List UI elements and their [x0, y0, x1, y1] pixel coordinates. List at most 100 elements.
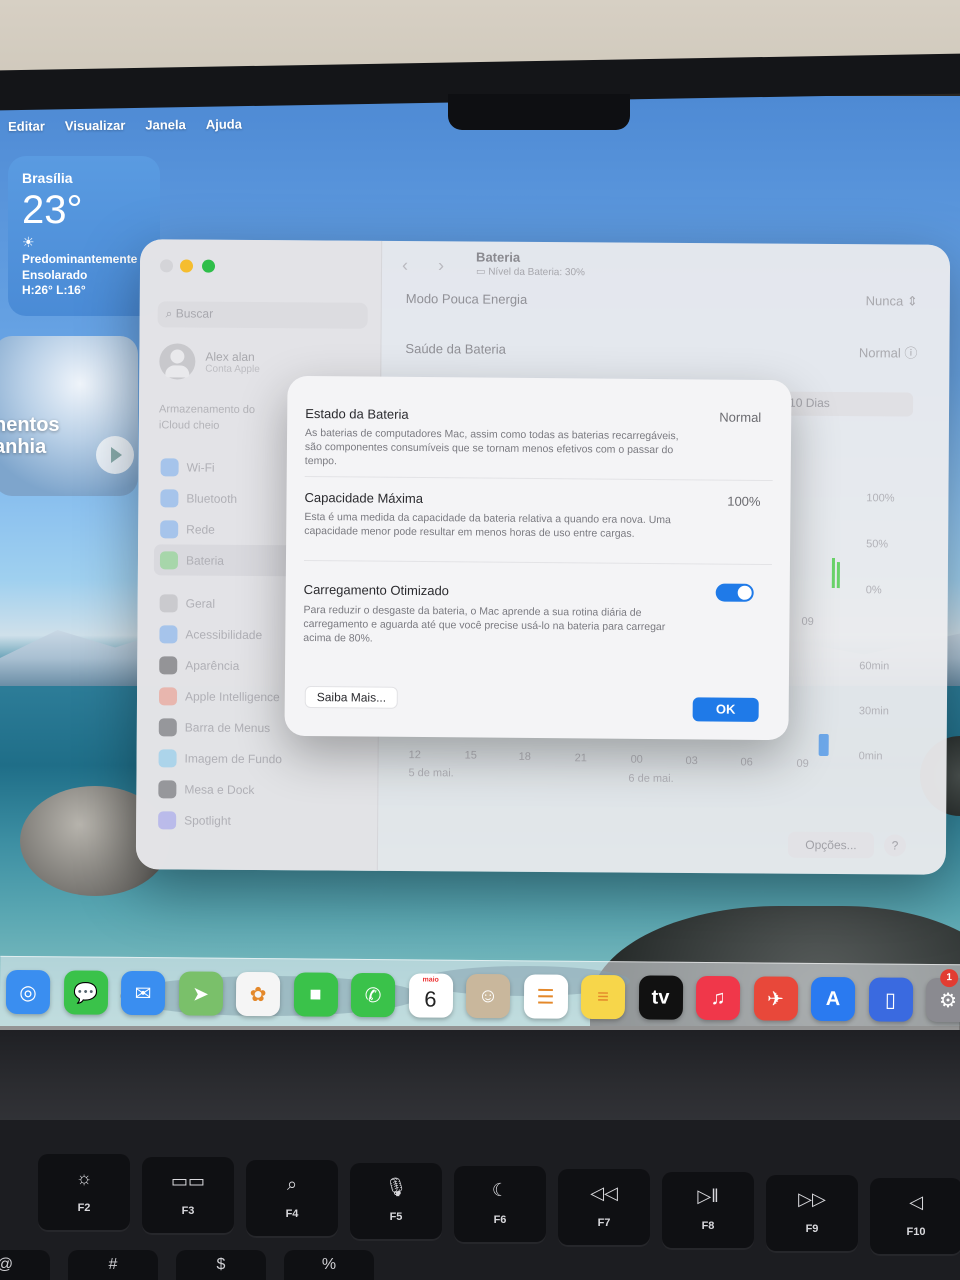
- back-chevron-icon[interactable]: ‹: [402, 255, 408, 276]
- weather-condition-2: Ensolarado: [22, 268, 88, 282]
- appstore-icon[interactable]: A: [810, 976, 856, 1022]
- chart-x-label: 09: [796, 757, 809, 770]
- sidebar-item-label: Spotlight: [184, 813, 231, 828]
- settings-category-icon: [160, 488, 179, 507]
- help-button[interactable]: ?: [883, 834, 907, 857]
- function-key-f5[interactable]: 🎙 F5: [350, 1163, 442, 1241]
- function-key-f2[interactable]: ☼ F2: [38, 1154, 130, 1232]
- sidebar-item-mesa-e-dock[interactable]: Mesa e Dock: [156, 773, 376, 806]
- symbol-key[interactable]: #: [68, 1250, 158, 1280]
- updown-chevron-icon: ⇕: [906, 293, 918, 309]
- facetime-icon[interactable]: ■: [293, 972, 338, 1017]
- low-power-select[interactable]: Nunca ⇕: [866, 293, 918, 309]
- memories-title-line1: nentos: [0, 414, 60, 436]
- menu-visualizar[interactable]: Visualizar: [65, 117, 126, 133]
- chart-y-label: 0%: [865, 584, 882, 597]
- low-power-label: Modo Pouca Energia: [405, 290, 528, 307]
- messages-icon[interactable]: 💬: [63, 970, 108, 1015]
- function-key-f6[interactable]: ☾ F6: [454, 1166, 546, 1244]
- chart-date-label: 5 de mai.: [408, 767, 454, 780]
- function-key-f9[interactable]: ▷▷ F9: [766, 1175, 858, 1253]
- menu-ajuda[interactable]: Ajuda: [206, 116, 242, 131]
- chart-x-label: 06: [740, 756, 753, 769]
- battery-icon: ▭: [475, 266, 489, 278]
- weather-widget[interactable]: Brasília 23° ☀ Predominantemente Ensolar…: [8, 156, 160, 316]
- forward-chevron-icon[interactable]: ›: [438, 255, 444, 276]
- chart-date-label: 6 de mai.: [628, 772, 674, 785]
- icloud-storage-note[interactable]: Armazenamento do iCloud cheio: [159, 401, 279, 434]
- sidebar-item-label: Apple Intelligence: [184, 689, 280, 704]
- account-subtitle: Conta Apple: [205, 363, 260, 375]
- appletv-icon[interactable]: tv: [638, 975, 683, 1020]
- info-icon: ⓘ: [904, 345, 918, 361]
- symbol-key[interactable]: @: [0, 1250, 50, 1280]
- battery-state-value: Normal: [719, 409, 762, 425]
- settings-category-icon: [159, 624, 178, 643]
- keynote-icon[interactable]: ✈: [753, 976, 798, 1021]
- calendar-month: maio: [422, 976, 439, 984]
- sidebar-search-field[interactable]: ⌕ Buscar: [157, 301, 368, 329]
- notes-icon[interactable]: ≡: [580, 974, 626, 1020]
- optimized-charging-section: Carregamento Otimizado Para reduzir o de…: [303, 580, 772, 649]
- contacts-icon[interactable]: ☺: [465, 973, 511, 1019]
- max-capacity-description: Esta é uma medida da capacidade da bater…: [304, 510, 671, 540]
- avatar: [159, 343, 196, 380]
- function-key-label: F8: [701, 1220, 715, 1232]
- battery-health-info[interactable]: Normal ⓘ: [859, 342, 918, 361]
- dock: ◎ 💬 ✉ ➤ ✿ ■ ✆ maio 6 ☺ ☰ ≡ tv ♫ ✈ A ▯ ⚙ 1: [0, 955, 960, 1041]
- learn-more-button[interactable]: Saiba Mais...: [304, 685, 399, 709]
- function-key-f3[interactable]: ▭▭ F3: [142, 1157, 234, 1235]
- maps-icon[interactable]: ➤: [178, 971, 223, 1016]
- battery-state-section: Estado da Bateria Normal As baterias de …: [305, 406, 774, 472]
- safari-icon[interactable]: ◎: [5, 969, 51, 1015]
- chart-x-label: 09: [801, 615, 814, 628]
- function-key-icon: ▷‖: [697, 1186, 719, 1206]
- optimized-charging-toggle[interactable]: [715, 583, 754, 602]
- mail-icon[interactable]: ✉: [120, 970, 166, 1016]
- photos-icon[interactable]: ✿: [235, 971, 281, 1017]
- music-icon[interactable]: ♫: [695, 975, 741, 1021]
- phone-icon[interactable]: ✆: [350, 972, 396, 1018]
- reminders-icon[interactable]: ☰: [523, 974, 568, 1019]
- sidebar-item-imagem-de-fundo[interactable]: Imagem de Fundo: [156, 742, 376, 775]
- max-capacity-value: 100%: [727, 493, 761, 509]
- symbol-key[interactable]: $: [176, 1250, 266, 1280]
- function-key-f10[interactable]: ◁ F10: [870, 1178, 960, 1256]
- max-capacity-title: Capacidade Máxima: [304, 489, 424, 506]
- weather-condition: Predominantemente: [22, 252, 138, 266]
- weather-high-low: H:26° L:16°: [22, 283, 86, 297]
- sidebar-item-label: Aparência: [185, 658, 240, 673]
- zoom-window-button[interactable]: [201, 259, 216, 273]
- close-window-button[interactable]: [159, 259, 174, 273]
- iphone-mirroring-icon[interactable]: ▯: [868, 977, 913, 1022]
- minimize-window-button[interactable]: [179, 259, 194, 273]
- apple-account-item[interactable]: Alex alan Conta Apple: [159, 341, 260, 382]
- function-key-f7[interactable]: ◁◁ F7: [558, 1169, 650, 1247]
- play-icon[interactable]: [96, 436, 134, 474]
- search-icon: ⌕: [165, 306, 176, 321]
- function-key-f4[interactable]: ⌕ F4: [246, 1160, 338, 1238]
- sidebar-item-spotlight[interactable]: Spotlight: [156, 804, 376, 837]
- options-button[interactable]: Opções...: [787, 831, 875, 859]
- calendar-icon[interactable]: maio 6: [408, 973, 453, 1018]
- memories-title-line2: anhia: [0, 436, 47, 458]
- battery-level-value: Nível da Bateria: 30%: [488, 266, 585, 279]
- symbol-key[interactable]: %: [284, 1250, 374, 1280]
- ok-button[interactable]: OK: [692, 697, 759, 722]
- function-key-icon: ☼: [75, 1168, 93, 1188]
- range-segment-10-days[interactable]: 10 Dias: [776, 391, 914, 417]
- photos-memories-widget[interactable]: nentos anhia: [0, 336, 138, 496]
- battery-health-label: Saúde da Bateria: [405, 340, 506, 357]
- function-key-label: F4: [285, 1208, 299, 1220]
- weather-city: Brasília: [22, 170, 73, 186]
- battery-state-title: Estado da Bateria: [305, 405, 409, 422]
- chart-y-label: 100%: [866, 492, 895, 505]
- battery-level-bar: [831, 558, 835, 589]
- menu-editar[interactable]: Editar: [8, 118, 45, 133]
- settings-category-icon: [158, 748, 177, 767]
- battery-level-bar: [836, 562, 840, 589]
- calendar-day: 6: [424, 986, 437, 1012]
- menu-janela[interactable]: Janela: [145, 117, 186, 132]
- function-key-f8[interactable]: ▷‖ F8: [662, 1172, 754, 1250]
- max-capacity-section: Capacidade Máxima 100% Esta é uma medida…: [304, 490, 772, 542]
